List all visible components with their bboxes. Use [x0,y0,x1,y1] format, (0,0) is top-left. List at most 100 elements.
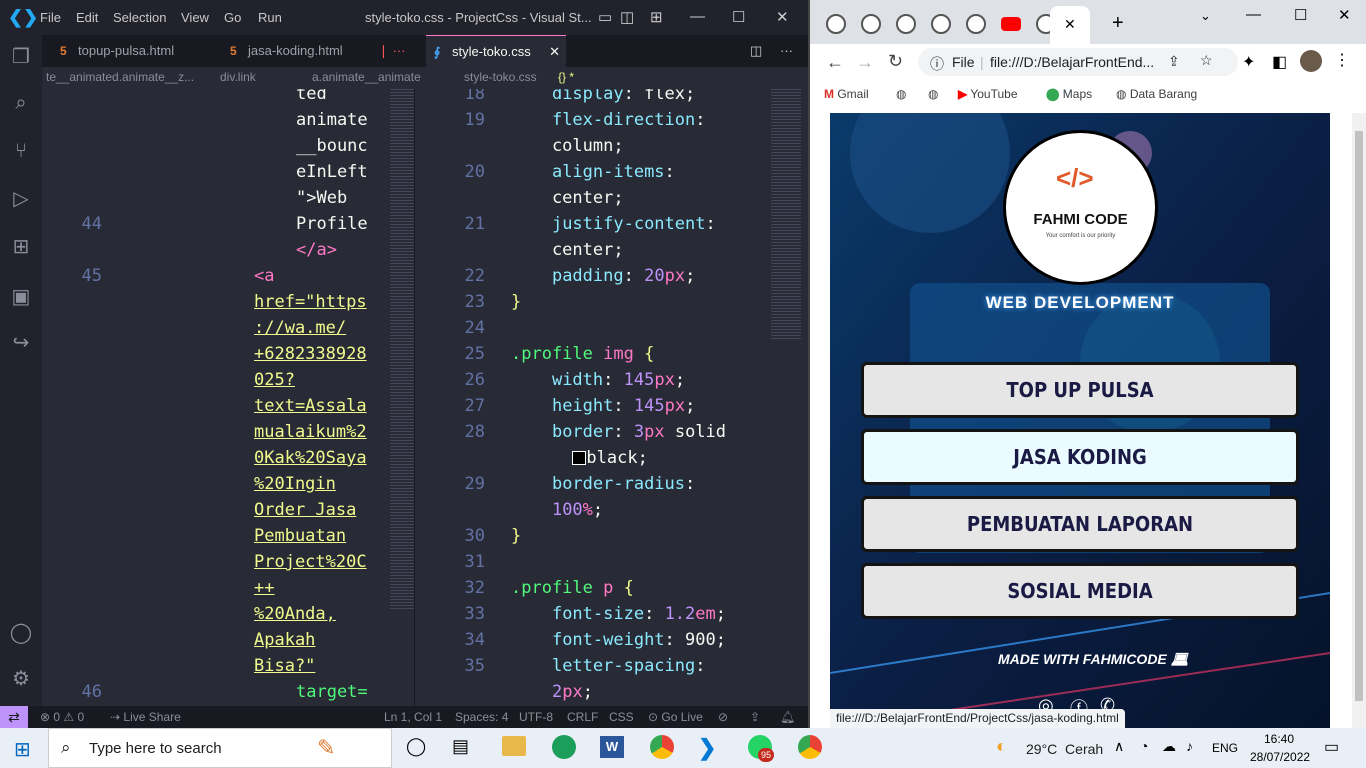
close-icon[interactable]: ✕ [1338,6,1351,24]
side-panel-icon[interactable]: ◧ [1272,52,1287,72]
chrome-tab-icon[interactable] [826,14,846,34]
code-line[interactable]: ://wa.me/ [254,315,346,341]
menu-view[interactable]: View [181,10,209,25]
tab-search-icon[interactable]: ⌄ [1200,8,1211,24]
bookmark-data-barang[interactable]: ◍ Data Barang [1116,87,1197,101]
split-editor-icon[interactable]: ◫ [750,43,762,59]
code-line[interactable]: mualaikum%2 [254,419,367,445]
code-line[interactable]: Apakah [254,627,315,653]
maximize-icon[interactable]: ☐ [1294,6,1307,24]
close-icon[interactable]: ✕ [776,8,789,26]
close-tab-icon[interactable]: ✕ [549,36,560,67]
breadcrumb-item[interactable]: te__animated.animate__z... [46,70,206,84]
menu-run[interactable]: Run [258,10,282,25]
code-line[interactable]: animate [296,107,368,133]
code-line[interactable]: eInLeft [296,159,368,185]
code-line[interactable]: Project%20C [254,549,367,575]
menu-file[interactable]: File [40,10,61,25]
breadcrumb-item[interactable]: a.animate__animate [312,70,427,84]
notifications-icon[interactable]: 🔔︎ [780,710,795,724]
minimap[interactable] [390,89,414,609]
code-line[interactable]: } [511,523,521,549]
breadcrumb-item[interactable]: style-toko.css [464,70,537,84]
code-line[interactable]: href="https [254,289,367,315]
vscode-taskbar-icon[interactable]: ❯ [698,735,716,761]
bookmark-star-icon[interactable]: ☆ [1200,52,1213,69]
pembuatan-laporan-button[interactable]: PEMBUATAN LAPORAN [861,496,1299,552]
search-icon[interactable]: ⌕ [9,91,33,115]
code-line[interactable]: %20Anda, [254,601,336,627]
info-icon[interactable]: ⓘ [930,54,944,74]
youtube-tab-icon[interactable] [1001,17,1021,31]
menu-edit[interactable]: Edit [76,10,98,25]
cursor-position[interactable]: Ln 1, Col 1 [384,710,442,724]
code-line[interactable]: 0Kak%20Saya [254,445,367,471]
toggle-panel-icon[interactable]: ▭ [598,8,612,26]
address-bar[interactable]: ⓘ File | file:///D:/BelajarFrontEnd... ⇪… [918,48,1238,76]
bookmark-maps[interactable]: ⬤ Maps [1046,87,1092,101]
code-line[interactable]: Pembuatan [254,523,346,549]
forward-icon[interactable]: → [856,52,874,73]
breadcrumb-item[interactable]: div.link [220,70,256,84]
code-line[interactable]: .profile img { [511,341,654,367]
breadcrumb-item[interactable]: {} * [558,70,574,84]
source-control-icon[interactable]: ⑂ [9,139,33,163]
code-line[interactable]: </a> [296,237,337,263]
settings-gear-icon[interactable]: ⚙ [9,667,33,691]
code-line[interactable]: %20Ingin [254,471,336,497]
word-icon[interactable]: W [600,736,624,758]
weather-text[interactable]: 29°C Cerah [1026,741,1103,757]
file-explorer-icon[interactable] [502,736,526,756]
accounts-status-icon[interactable]: ⊘ [718,710,728,724]
chrome-tab-icon[interactable] [931,14,951,34]
topup-pulsa-button[interactable]: TOP UP PULSA [861,362,1299,418]
tray-chevron-icon[interactable]: ∧ [1114,738,1124,755]
live-share-status[interactable]: ⇢ Live Share [110,710,181,724]
url-text[interactable]: file:///D:/BelajarFrontEnd... [990,54,1154,70]
toggle-sidebar-icon[interactable]: ◫ [620,8,634,26]
feedback-icon[interactable]: ⇪ [750,710,760,724]
code-line[interactable]: font-size: 1.2em; [511,601,726,627]
windows-start-icon[interactable]: ⊞ [14,737,31,762]
back-icon[interactable]: ← [826,52,844,73]
tab-style-toko[interactable]: ∮ style-toko.css ✕ [426,35,566,67]
code-line[interactable]: letter-spacing: [511,653,706,679]
language-mode[interactable]: CSS [609,710,634,724]
extensions-icon[interactable]: ✦ [1242,52,1255,72]
code-line[interactable]: justify-content: [511,211,716,237]
chrome-menu-icon[interactable]: ⋮ [1334,50,1350,70]
code-line[interactable]: ">Web [296,185,347,211]
taskbar-search[interactable]: ⌕ Type here to search ✎ [48,728,392,768]
account-icon[interactable]: ◯ [9,621,33,645]
code-line[interactable]: 100%; [511,497,603,523]
run-debug-icon[interactable]: ▷ [9,187,33,211]
layout-icon[interactable]: ⊞ [650,8,663,26]
code-line[interactable]: black; [511,445,648,471]
maximize-icon[interactable]: ☐ [732,8,745,26]
cortana-icon[interactable]: ◯ [406,736,426,757]
chrome-tab-icon[interactable] [966,14,986,34]
code-line[interactable]: __bounc [296,133,368,159]
code-line[interactable]: display: flex; [511,89,695,107]
chrome-taskbar-icon[interactable] [650,735,674,759]
code-line[interactable]: <a [254,263,274,289]
code-line[interactable]: 2px; [511,679,593,705]
code-line[interactable]: padding: 20px; [511,263,695,289]
code-line[interactable]: 025? [254,367,295,393]
task-view-icon[interactable]: ▤ [452,736,469,757]
close-tab-icon[interactable]: ✕ [1064,16,1076,33]
code-line[interactable]: border: 3px solid [511,419,726,445]
bookmark-gmail[interactable]: M Gmail [824,87,869,101]
code-line[interactable]: Profile [296,211,368,237]
code-line[interactable]: flex-direction: [511,107,706,133]
explorer-icon[interactable]: ❐ [9,45,33,69]
code-line[interactable]: align-items: [511,159,675,185]
more-actions-icon[interactable]: ··· [780,43,793,58]
color-swatch[interactable] [572,451,587,465]
code-line[interactable]: .profile p { [511,575,634,601]
new-tab-icon[interactable]: + [1112,12,1124,35]
network-icon[interactable]: ◔ [1140,738,1148,754]
minimize-icon[interactable]: — [690,8,705,25]
reload-icon[interactable]: ↻ [888,51,903,72]
active-tab[interactable]: ✕ [1050,6,1090,44]
